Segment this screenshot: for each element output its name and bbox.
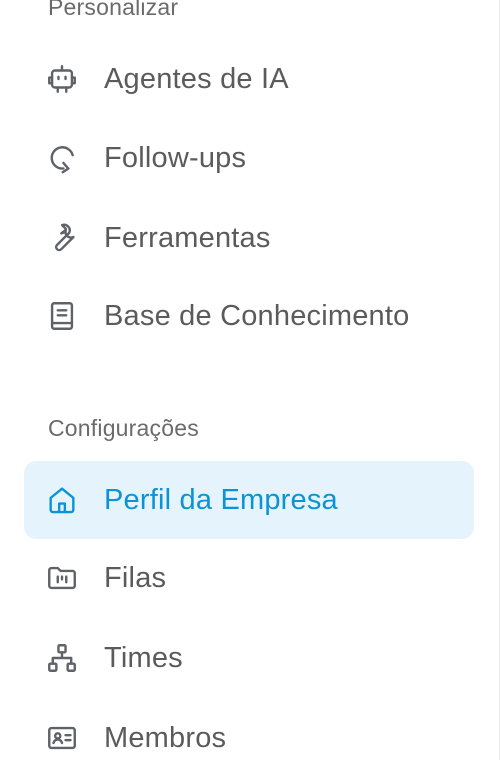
robot-icon — [44, 61, 80, 97]
id-card-icon — [44, 720, 80, 756]
sidebar-item-ferramentas[interactable]: Ferramentas — [24, 199, 474, 277]
sidebar-item-label: Agentes de IA — [104, 62, 289, 95]
section-title-configuracoes: Configurações — [48, 415, 199, 441]
book-icon — [44, 298, 80, 334]
sidebar-item-label: Perfil da Empresa — [104, 483, 338, 516]
section-title-personalizar: Personalizar — [48, 0, 179, 20]
wrench-icon — [44, 220, 80, 256]
org-chart-icon — [44, 640, 80, 676]
sidebar-item-times[interactable]: Times — [24, 619, 474, 697]
sidebar-item-label: Base de Conhecimento — [104, 299, 410, 332]
sidebar-item-label: Membros — [104, 721, 227, 754]
sidebar-item-label: Times — [104, 641, 183, 674]
sidebar-item-label: Filas — [104, 561, 167, 594]
sidebar-item-agentes-de-ia[interactable]: Agentes de IA — [24, 40, 474, 118]
refresh-arrow-icon — [44, 140, 80, 176]
sidebar-item-membros[interactable]: Membros — [24, 699, 474, 760]
folder-icon — [44, 560, 80, 596]
sidebar: Personalizar Agentes de IA Follow-ups Fe… — [0, 0, 500, 760]
sidebar-item-base-de-conhecimento[interactable]: Base de Conhecimento — [24, 277, 474, 355]
sidebar-item-perfil-da-empresa[interactable]: Perfil da Empresa — [24, 461, 474, 539]
sidebar-item-follow-ups[interactable]: Follow-ups — [24, 119, 474, 197]
sidebar-item-label: Follow-ups — [104, 141, 247, 174]
sidebar-item-label: Ferramentas — [104, 221, 271, 254]
home-icon — [44, 482, 80, 518]
sidebar-item-filas[interactable]: Filas — [24, 539, 474, 617]
